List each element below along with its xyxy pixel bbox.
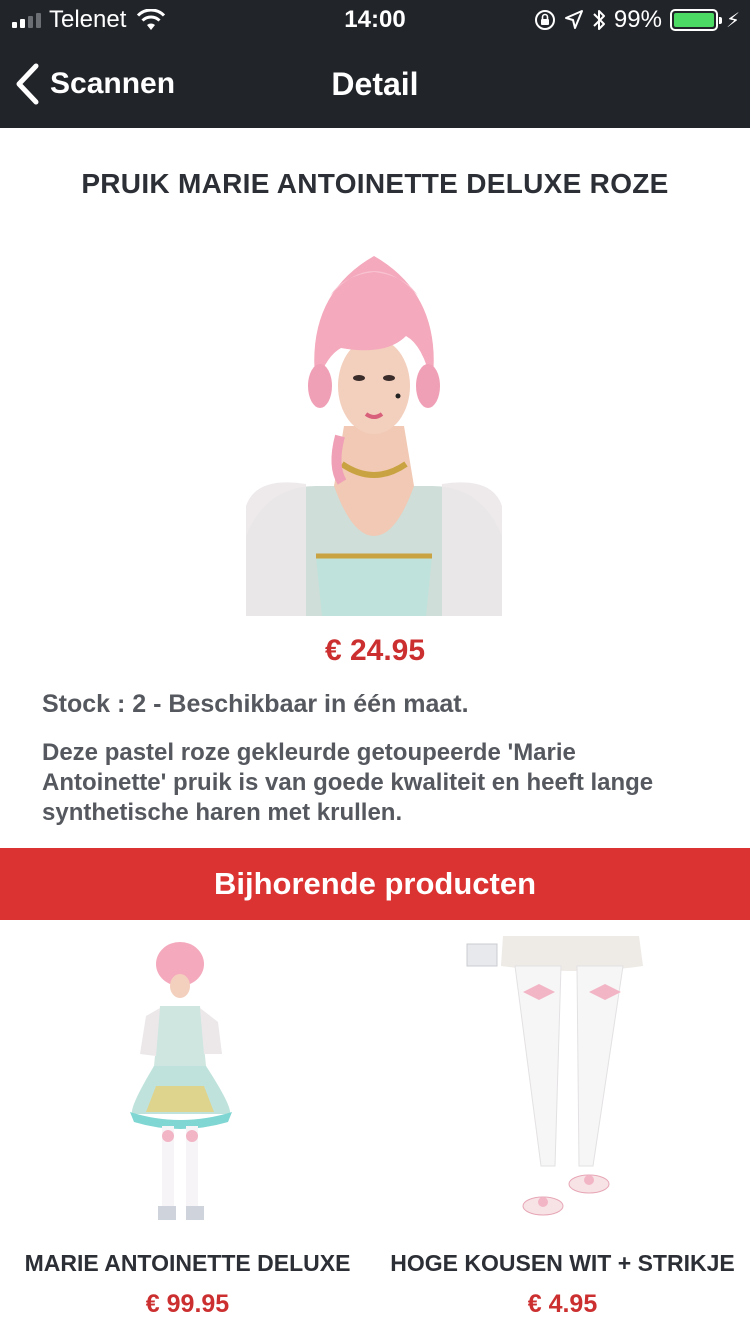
location-arrow-icon [564,10,583,29]
chevron-left-icon [16,63,39,105]
back-button-label: Scannen [50,67,176,100]
battery-icon [669,9,722,31]
related-product-price: € 99.95 [145,1290,230,1318]
product-title: PRUIK MARIE ANTOINETTE DELUXE ROZE [81,168,669,199]
back-button[interactable]: Scannen [14,62,175,106]
status-bar: Telenet 14:00 99% ⚡ [0,0,750,40]
product-stock: Stock : 2 - Beschikbaar in één maat. [42,690,469,718]
related-product-name: MARIE ANTOINETTE DELUXE [24,1250,351,1276]
related-product-image [90,936,290,1236]
product-image [246,236,502,616]
related-product-card[interactable]: HOGE KOUSEN WIT + STRIKJE € 4.95 [375,930,750,1330]
product-description: Deze pastel roze gekleurde getoupeerde '… [42,739,654,826]
related-product-image [463,936,663,1236]
related-product-name: HOGE KOUSEN WIT + STRIKJE [390,1250,735,1276]
related-product-price: € 4.95 [527,1290,598,1318]
product-price: € 24.95 [324,634,426,667]
charging-bolt-icon: ⚡ [725,9,740,32]
related-product-card[interactable]: MARIE ANTOINETTE DELUXE € 99.95 [0,930,375,1330]
status-right: 99% ⚡ [534,6,740,34]
battery-percent: 99% [613,6,662,33]
navigation-bar: Scannen Detail [0,40,750,128]
related-products-header: Bijhorende producten [0,848,750,920]
bluetooth-icon [593,10,605,30]
orientation-lock-icon [534,10,555,30]
